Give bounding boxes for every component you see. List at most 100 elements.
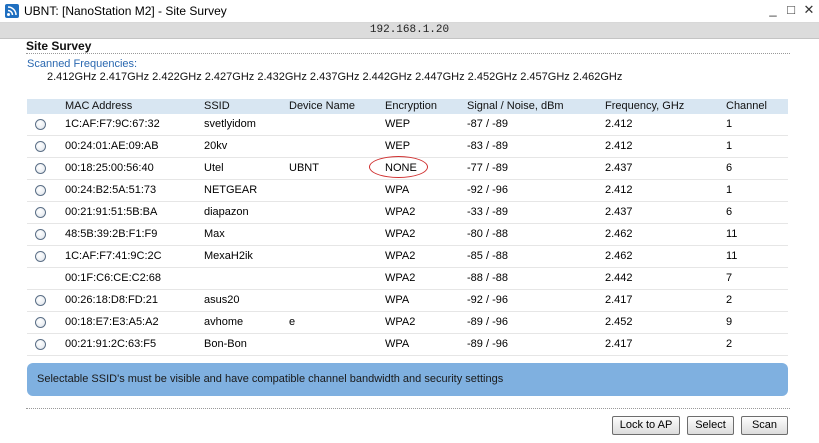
- header-mac: MAC Address: [65, 100, 133, 112]
- table-row[interactable]: 00:18:25:00:56:40 Utel UBNT NONE -77 / -89 2.…: [27, 156, 788, 180]
- table-body: 1C:AF:F7:9C:67:32 svetlyidom WEP -87 / -89 2…: [27, 114, 788, 356]
- cell-channel: 1: [726, 140, 733, 152]
- cell-signal-noise: -83 / -89: [467, 140, 508, 152]
- cell-mac: 00:24:B2:5A:51:73: [65, 184, 157, 196]
- cell-ssid: Bon-Bon: [204, 338, 247, 350]
- cell-mac: 1C:AF:F7:9C:67:32: [65, 118, 160, 130]
- cell-channel: 11: [726, 228, 738, 240]
- cell-signal-noise: -89 / -96: [467, 316, 508, 328]
- divider: [26, 408, 790, 409]
- cell-ssid: Max: [204, 228, 225, 240]
- table-row[interactable]: 48:5B:39:2B:F1:F9 Max WPA2 -80 / -88 2.462 11: [27, 224, 788, 246]
- cell-frequency: 2.452: [605, 316, 633, 328]
- table-row[interactable]: 00:21:91:2C:63:F5 Bon-Bon WPA -89 / -96 2.41…: [27, 334, 788, 356]
- row-select-radio[interactable]: [35, 339, 46, 350]
- cell-channel: 6: [726, 162, 733, 174]
- survey-table: MAC Address SSID Device Name Encryption …: [27, 99, 788, 356]
- cell-signal-noise: -92 / -96: [467, 184, 508, 196]
- table-header: MAC Address SSID Device Name Encryption …: [27, 99, 788, 114]
- address-bar: 192.168.1.20: [0, 23, 819, 39]
- row-select-radio[interactable]: [35, 185, 46, 196]
- scanned-frequencies-label: Scanned Frequencies:: [27, 58, 138, 70]
- row-select-radio[interactable]: [35, 317, 46, 328]
- cell-encryption: NONE: [385, 162, 417, 174]
- cell-mac: 00:1F:C6:CE:C2:68: [65, 272, 161, 284]
- scanned-frequencies-list: 2.412GHz 2.417GHz 2.422GHz 2.427GHz 2.43…: [47, 71, 623, 83]
- cell-mac: 00:26:18:D8:FD:21: [65, 294, 158, 306]
- row-select-radio[interactable]: [35, 229, 46, 240]
- cell-frequency: 2.437: [605, 206, 633, 218]
- cell-ssid: NETGEAR: [204, 184, 258, 196]
- cell-channel: 2: [726, 338, 733, 350]
- table-row[interactable]: 00:24:B2:5A:51:73 NETGEAR WPA -92 / -96 2.41…: [27, 180, 788, 202]
- table-row[interactable]: 00:18:E7:E3:A5:A2 avhome e WPA2 -89 / -96 2.4…: [27, 312, 788, 334]
- header-ssid: SSID: [204, 100, 230, 112]
- row-select-radio[interactable]: [35, 141, 46, 152]
- row-select-radio[interactable]: [35, 207, 46, 218]
- cell-frequency: 2.412: [605, 140, 633, 152]
- cell-ssid: avhome: [204, 316, 244, 328]
- cell-frequency: 2.437: [605, 162, 633, 174]
- cell-encryption: WPA: [385, 294, 410, 306]
- cell-encryption: WPA2: [385, 272, 416, 284]
- window-title: UBNT: [NanoStation M2] - Site Survey: [24, 4, 227, 18]
- header-frequency: Frequency, GHz: [605, 100, 685, 112]
- cell-mac: 00:24:01:AE:09:AB: [65, 140, 159, 152]
- close-button[interactable]: ✕: [802, 3, 816, 17]
- cell-channel: 11: [726, 250, 738, 262]
- info-text: Selectable SSID's must be visible and ha…: [37, 373, 504, 385]
- cell-encryption: WPA2: [385, 250, 416, 262]
- cell-channel: 1: [726, 184, 733, 196]
- header-channel: Channel: [726, 100, 767, 112]
- cell-mac: 00:21:91:51:5B:BA: [65, 206, 158, 218]
- cell-encryption: WEP: [385, 140, 411, 152]
- cell-channel: 9: [726, 316, 733, 328]
- lock-to-ap-button[interactable]: Lock to AP: [612, 416, 680, 435]
- cell-ssid: Utel: [204, 162, 224, 174]
- cell-device-name: e: [289, 316, 296, 328]
- cell-frequency: 2.417: [605, 294, 633, 306]
- cell-device-name: UBNT: [289, 162, 319, 174]
- cell-ssid: 20kv: [204, 140, 228, 152]
- info-banner: Selectable SSID's must be visible and ha…: [27, 363, 788, 396]
- cell-signal-noise: -88 / -88: [467, 272, 508, 284]
- cell-ssid: svetlyidom: [204, 118, 256, 130]
- row-select-radio[interactable]: [35, 295, 46, 306]
- table-row[interactable]: 00:24:01:AE:09:AB 20kv WEP -83 / -89 2.412 1: [27, 136, 788, 158]
- cell-frequency: 2.462: [605, 250, 633, 262]
- cell-mac: 48:5B:39:2B:F1:F9: [65, 228, 158, 240]
- table-row[interactable]: 1C:AF:F7:9C:67:32 svetlyidom WEP -87 / -89 2…: [27, 114, 788, 136]
- cell-frequency: 2.462: [605, 228, 633, 240]
- select-button[interactable]: Select: [687, 416, 734, 435]
- cell-encryption: WPA2: [385, 228, 416, 240]
- cell-ssid: MexaH2ik: [204, 250, 253, 262]
- cell-signal-noise: -92 / -96: [467, 294, 508, 306]
- cell-encryption: WEP: [385, 118, 411, 130]
- row-select-radio[interactable]: [35, 163, 46, 174]
- cell-frequency: 2.417: [605, 338, 633, 350]
- cell-ssid: asus20: [204, 294, 240, 306]
- cell-channel: 7: [726, 272, 733, 284]
- table-row[interactable]: 00:21:91:51:5B:BA diapazon WPA2 -33 / -89 2.…: [27, 202, 788, 224]
- row-select-radio[interactable]: [35, 251, 46, 262]
- header-encryption: Encryption: [385, 100, 437, 112]
- table-row[interactable]: 00:26:18:D8:FD:21 asus20 WPA -92 / -96 2.417…: [27, 290, 788, 312]
- minimize-button[interactable]: _: [766, 3, 780, 17]
- row-select-radio[interactable]: [35, 119, 46, 130]
- cell-signal-noise: -33 / -89: [467, 206, 508, 218]
- page-title: Site Survey: [26, 39, 92, 53]
- cell-mac: 00:18:E7:E3:A5:A2: [65, 316, 159, 328]
- cell-frequency: 2.412: [605, 184, 633, 196]
- cell-signal-noise: -80 / -88: [467, 228, 508, 240]
- maximize-button[interactable]: □: [784, 3, 798, 17]
- cell-signal-noise: -77 / -89: [467, 162, 508, 174]
- cell-frequency: 2.442: [605, 272, 633, 284]
- cell-frequency: 2.412: [605, 118, 633, 130]
- wifi-icon: [5, 4, 19, 18]
- cell-channel: 1: [726, 118, 733, 130]
- header-device-name: Device Name: [289, 100, 356, 112]
- table-row: 00:1F:C6:CE:C2:68 WPA2 -88 / -88 2.442 7: [27, 268, 788, 290]
- table-row[interactable]: 1C:AF:F7:41:9C:2C MexaH2ik WPA2 -85 / -88 2.…: [27, 246, 788, 268]
- cell-encryption: WPA2: [385, 316, 416, 328]
- scan-button[interactable]: Scan: [741, 416, 788, 435]
